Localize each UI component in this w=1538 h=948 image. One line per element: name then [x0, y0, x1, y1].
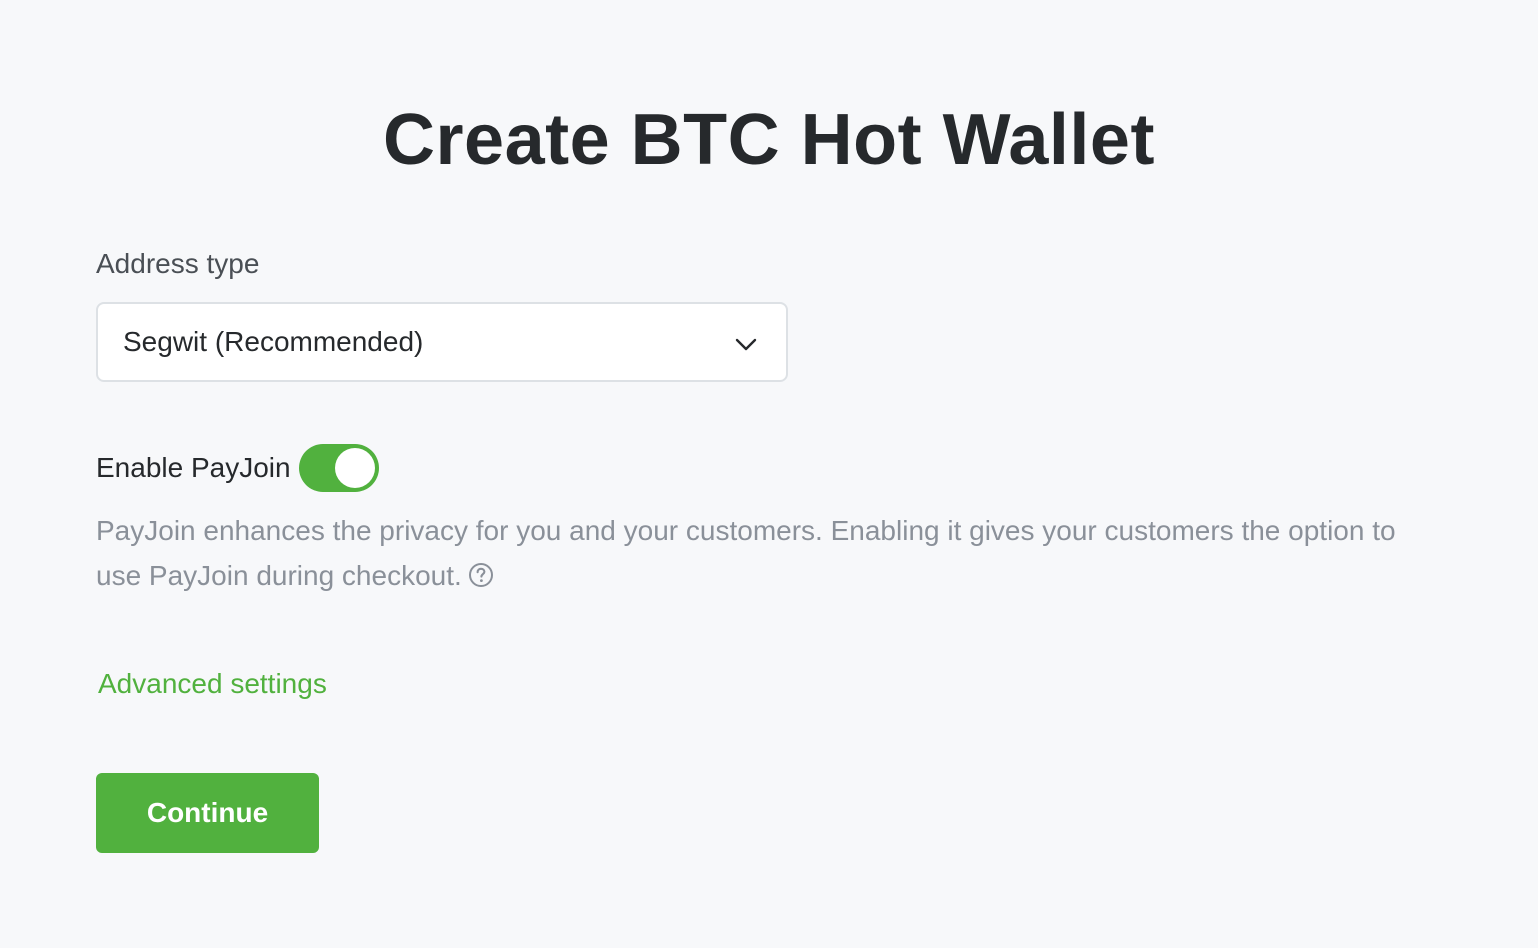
- chevron-down-icon: [735, 338, 757, 351]
- address-type-selected-value: Segwit (Recommended): [123, 326, 424, 357]
- payjoin-description: PayJoin enhances the privacy for you and…: [96, 508, 1436, 598]
- address-type-label: Address type: [96, 248, 260, 279]
- create-wallet-page: Create BTC Hot Wallet Address type Segwi…: [0, 0, 1538, 948]
- page-title: Create BTC Hot Wallet: [383, 100, 1155, 180]
- payjoin-label: Enable PayJoin: [96, 452, 291, 483]
- advanced-settings-link[interactable]: Advanced settings: [98, 666, 327, 702]
- address-type-select[interactable]: Segwit (Recommended): [96, 302, 788, 382]
- payjoin-toggle[interactable]: [298, 444, 379, 492]
- question-circle-icon[interactable]: [468, 562, 494, 588]
- continue-button[interactable]: Continue: [96, 773, 319, 853]
- payjoin-description-text: PayJoin enhances the privacy for you and…: [96, 515, 1396, 591]
- payjoin-row: Enable PayJoin: [96, 444, 379, 492]
- toggle-knob: [334, 448, 375, 488]
